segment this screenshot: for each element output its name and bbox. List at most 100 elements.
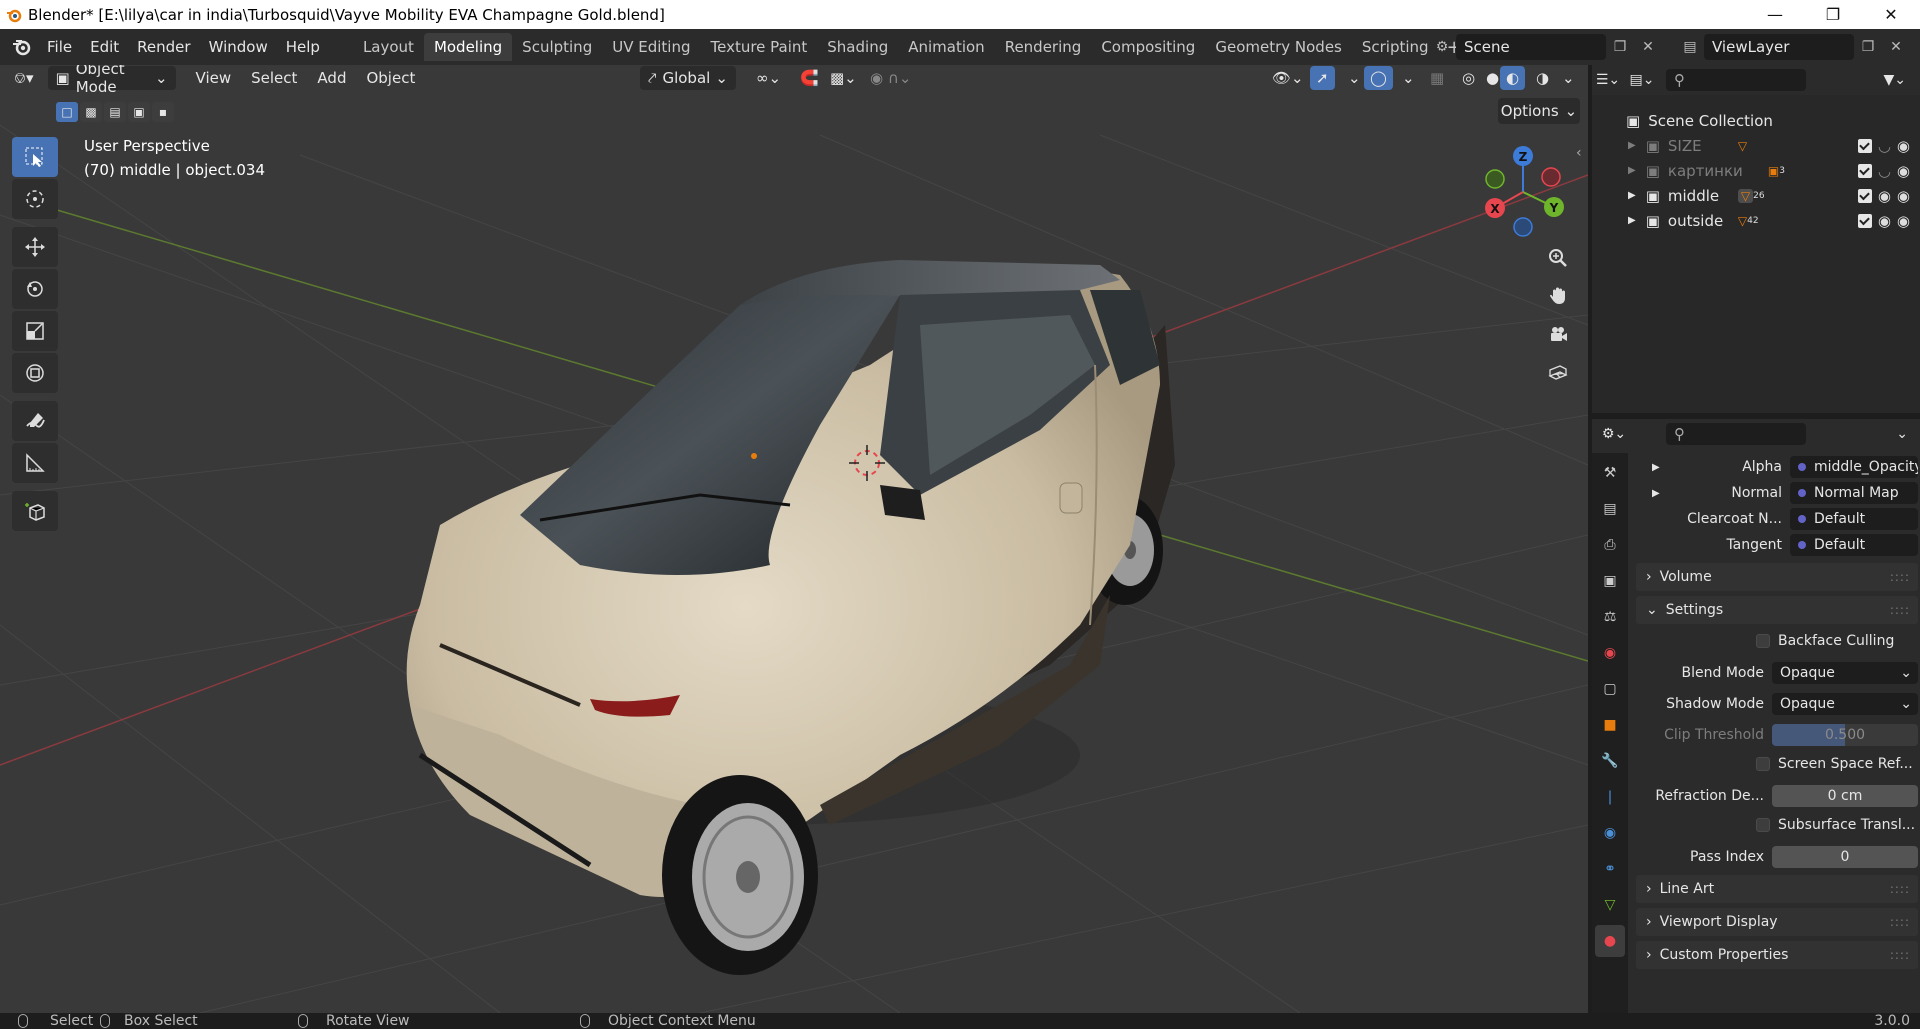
orientation-dropdown[interactable]: ⤤ Global ⌄ (640, 66, 736, 90)
scale-tool-icon[interactable] (12, 311, 58, 351)
transform-tool-icon[interactable] (12, 353, 58, 393)
pan-hand-icon[interactable] (1542, 280, 1574, 312)
exclude-checkbox[interactable] (1857, 213, 1872, 228)
scene-collection-row[interactable]: ▣ Scene Collection (1592, 108, 1920, 133)
tab-sculpting[interactable]: Sculpting (512, 33, 602, 61)
scene-name-field[interactable]: Scene (1456, 34, 1606, 60)
xray-icon[interactable]: ▦ (1420, 65, 1454, 91)
mode-dropdown[interactable]: ▣ Object Mode ⌄ (47, 65, 176, 96)
display-mode-icon[interactable]: ▤⌄ (1624, 72, 1660, 88)
blend-mode-dropdown[interactable]: Opaque ⌄ (1772, 662, 1918, 684)
properties-search-input[interactable]: ⚲ (1666, 423, 1806, 445)
tab-geometry-nodes[interactable]: Geometry Nodes (1205, 33, 1352, 61)
drag-handle-icon[interactable]: :::: (1890, 948, 1910, 962)
world-tab-icon[interactable]: ◉ (1595, 637, 1625, 669)
remove-scene-icon[interactable]: ✕ (1634, 34, 1662, 60)
camera-view-icon[interactable] (1542, 318, 1574, 350)
alpha-input-socket[interactable]: middle_Opacity... (1790, 456, 1918, 478)
outliner-item[interactable]: ▶ ▣ outside ▽ 42 ◉ ◉ (1592, 208, 1920, 233)
expand-arrow-icon[interactable]: ▶ (1628, 190, 1636, 201)
scene-tab-icon[interactable]: ⚖ (1595, 601, 1625, 633)
backface-culling-checkbox[interactable]: Backface Culling (1756, 633, 1894, 649)
maximize-button[interactable]: ❐ (1804, 0, 1862, 29)
checkbox-box[interactable] (1756, 634, 1770, 648)
drag-handle-icon[interactable]: :::: (1890, 570, 1910, 584)
pivot-point-icon[interactable]: ∞⌄ (746, 65, 791, 91)
render-tab-icon[interactable]: ▤ (1595, 493, 1625, 525)
modifier-tab-icon[interactable]: 🔧 (1595, 745, 1625, 777)
car-model[interactable] (406, 260, 1175, 975)
ortho-grid-icon[interactable] (1542, 356, 1574, 388)
collection-tab-icon[interactable]: ▢ (1595, 673, 1625, 705)
tool-tab-icon[interactable]: ⚒ (1595, 457, 1625, 489)
shading-menu-icon[interactable]: ⌄ (1552, 65, 1585, 91)
expand-arrow-icon[interactable]: ▶ (1628, 215, 1636, 226)
camera-icon[interactable]: ◉ (1897, 162, 1910, 180)
shadow-mode-dropdown[interactable]: Opaque ⌄ (1772, 693, 1918, 715)
material-preview-icon[interactable]: ◐ (1500, 66, 1526, 90)
scene-selector[interactable]: ⚙ Scene ❐ ✕ (1428, 33, 1662, 61)
custom-properties-section-header[interactable]: › Custom Properties :::: (1636, 941, 1918, 969)
rotate-tool-icon[interactable] (12, 269, 58, 309)
options-button[interactable]: Options ⌄ (1498, 98, 1580, 124)
exclude-checkbox[interactable] (1857, 188, 1872, 203)
sidebar-toggle-icon[interactable]: ‹ (1576, 145, 1582, 161)
select-subtract-icon[interactable]: ▤ (104, 102, 126, 122)
object-tab-icon[interactable]: ■ (1595, 709, 1625, 741)
menu-edit[interactable]: Edit (81, 29, 128, 65)
navigation-gizmo[interactable]: Z Y X (1478, 137, 1588, 247)
eye-closed-icon[interactable]: ◡ (1878, 137, 1891, 155)
checkbox-box[interactable] (1756, 818, 1770, 832)
checkbox-box[interactable] (1756, 757, 1770, 771)
clip-threshold-slider[interactable]: 0.500 (1772, 724, 1918, 746)
copy-viewlayer-icon[interactable]: ❐ (1854, 34, 1882, 60)
viewlayer-name-field[interactable]: ViewLayer (1704, 34, 1854, 60)
eye-icon[interactable]: ◉ (1878, 187, 1891, 205)
constraints-tab-icon[interactable]: ⚭ (1595, 853, 1625, 885)
annotate-tool-icon[interactable] (12, 401, 58, 441)
outliner-editor-icon[interactable]: ☰⌄ (1592, 72, 1624, 88)
menu-view[interactable]: View (186, 65, 242, 91)
chevron-down-icon[interactable]: ⌄ (1896, 426, 1908, 442)
camera-icon[interactable]: ◉ (1897, 137, 1910, 155)
eye-closed-icon[interactable]: ◡ (1878, 162, 1891, 180)
exclude-checkbox[interactable] (1857, 138, 1872, 153)
expand-arrow-icon[interactable]: ▶ (1628, 140, 1636, 151)
expand-arrow-icon[interactable]: ▶ (1652, 462, 1660, 473)
line-art-section-header[interactable]: › Line Art :::: (1636, 875, 1918, 903)
move-tool-icon[interactable] (12, 227, 58, 267)
filter-icon[interactable]: ▼⌄ (1884, 72, 1907, 88)
tab-shading[interactable]: Shading (817, 33, 898, 61)
expand-arrow-icon[interactable]: ▶ (1628, 165, 1636, 176)
blender-menu-icon[interactable] (6, 29, 38, 65)
outliner-item[interactable]: ▶ ▣ картинки ▣ 3 ◡ ◉ (1592, 158, 1920, 183)
tab-modeling[interactable]: Modeling (423, 33, 513, 61)
camera-icon[interactable]: ◉ (1897, 187, 1910, 205)
gizmo-toggle-icon[interactable]: ➚ (1310, 66, 1335, 90)
tab-rendering[interactable]: Rendering (995, 33, 1092, 61)
pass-index-field[interactable]: 0 (1772, 846, 1918, 868)
settings-section-header[interactable]: ⌄ Settings :::: (1636, 596, 1918, 624)
select-intersect-icon[interactable]: ▪ (152, 102, 174, 122)
measure-tool-icon[interactable] (12, 443, 58, 483)
minimize-button[interactable]: — (1746, 0, 1804, 29)
data-tab-icon[interactable]: ▽ (1595, 889, 1625, 921)
material-tab-icon[interactable]: ● (1595, 925, 1625, 957)
select-new-icon[interactable]: □ (56, 102, 78, 122)
tab-texture-paint[interactable]: Texture Paint (700, 33, 817, 61)
particles-tab-icon[interactable]: ❘ (1595, 781, 1625, 813)
cursor-tool-icon[interactable] (12, 179, 58, 219)
normal-input-socket[interactable]: Normal Map (1790, 482, 1918, 504)
close-button[interactable]: ✕ (1862, 0, 1920, 29)
outliner-search-input[interactable]: ⚲ (1666, 69, 1806, 91)
exclude-checkbox[interactable] (1857, 163, 1872, 178)
drag-handle-icon[interactable]: :::: (1890, 603, 1910, 617)
output-tab-icon[interactable]: ⎙ (1595, 529, 1625, 561)
overlays-toggle-icon[interactable]: ◯ (1364, 66, 1393, 90)
3d-viewport[interactable]: ⎊▾ ▣ Object Mode ⌄ View Select Add Objec… (0, 65, 1588, 1013)
drag-handle-icon[interactable]: :::: (1890, 882, 1910, 896)
menu-help[interactable]: Help (277, 29, 329, 65)
zoom-icon[interactable] (1542, 242, 1574, 274)
select-invert-icon[interactable]: ▣ (128, 102, 150, 122)
tab-animation[interactable]: Animation (898, 33, 994, 61)
